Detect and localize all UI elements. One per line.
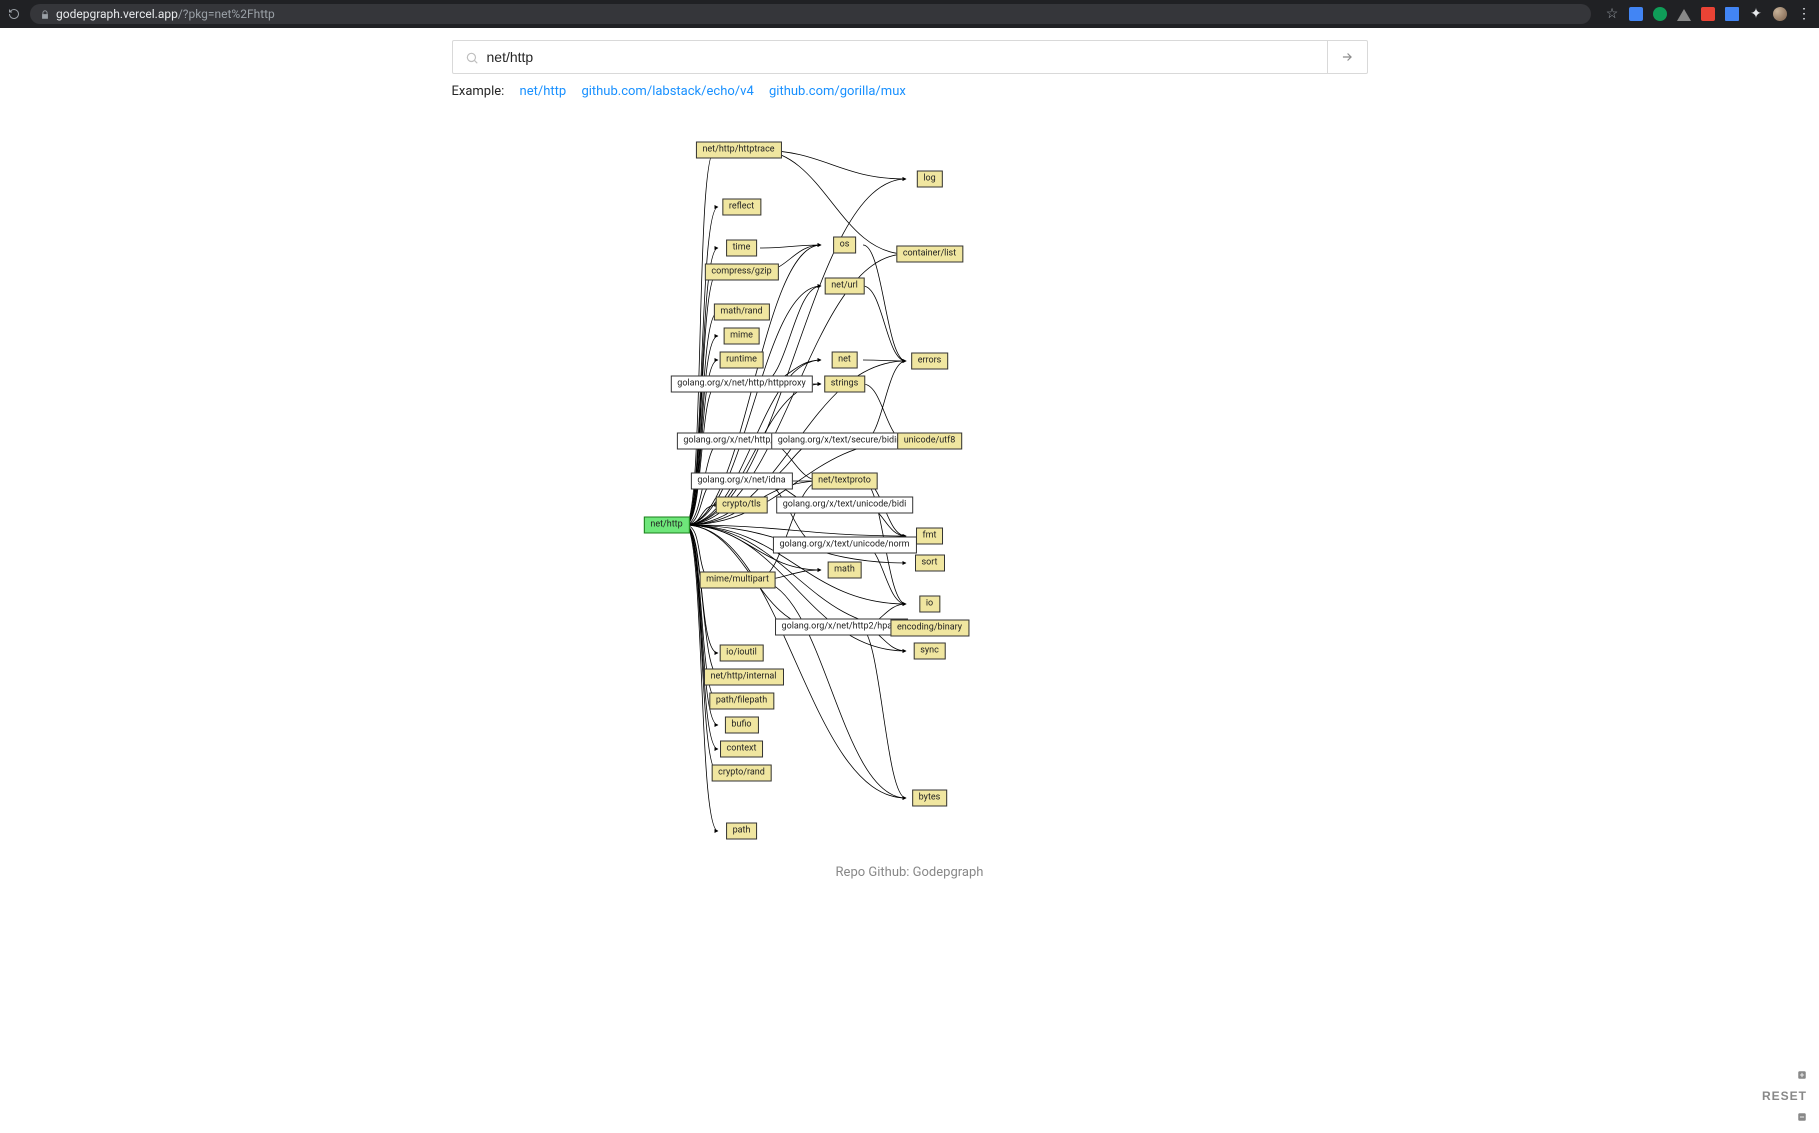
graph-node[interactable]: sort <box>915 555 945 572</box>
graph-node[interactable]: golang.org/x/net/http2/hpack <box>775 619 909 636</box>
browser-chrome-bar: godepgraph.vercel.app/?pkg=net%2Fhttp ☆ … <box>0 0 1819 28</box>
graph-edge <box>863 545 906 604</box>
graph-node[interactable]: math <box>827 562 862 579</box>
graph-node[interactable]: net/textproto <box>811 473 878 490</box>
graph-node[interactable]: io/ioutil <box>719 645 764 662</box>
example-link[interactable]: github.com/labstack/echo/v4 <box>581 84 753 99</box>
overflow-menu-icon[interactable]: ⋮ <box>1797 7 1811 21</box>
zoom-controls: RESET <box>1756 1065 1813 1127</box>
graph-edge <box>685 525 906 798</box>
graph-edge <box>757 150 906 254</box>
search-submit-button[interactable] <box>1327 41 1367 73</box>
graph-node[interactable]: encoding/binary <box>890 620 969 637</box>
graph-node[interactable]: bufio <box>724 717 758 734</box>
graph-node[interactable]: mime <box>723 328 760 345</box>
graph-node[interactable]: net <box>831 352 858 369</box>
graph-edge <box>863 360 906 361</box>
graph-edge <box>863 286 906 361</box>
profile-avatar[interactable] <box>1773 7 1787 21</box>
graph-node[interactable]: os <box>833 237 857 254</box>
graph-node[interactable]: bytes <box>912 790 948 807</box>
address-bar[interactable]: godepgraph.vercel.app/?pkg=net%2Fhttp <box>30 4 1591 24</box>
graph-node[interactable]: io <box>919 596 940 613</box>
reload-icon[interactable] <box>8 8 20 20</box>
zoom-in-button[interactable] <box>1791 1065 1813 1085</box>
graph-edge <box>760 286 821 384</box>
example-label: Example: <box>452 84 505 99</box>
search-input[interactable] <box>487 49 1315 65</box>
graph-edge <box>685 525 718 749</box>
search-wrap <box>452 40 1368 74</box>
graph-node[interactable]: fmt <box>916 528 944 545</box>
graph-node[interactable]: strings <box>824 376 866 393</box>
graph-node[interactable]: golang.org/x/net/http/httpproxy <box>670 376 812 393</box>
graph-node[interactable]: runtime <box>719 352 764 369</box>
extension-triangle-icon[interactable] <box>1677 7 1691 21</box>
graph-node[interactable]: reflect <box>722 199 761 216</box>
graph-node[interactable]: crypto/rand <box>711 765 772 782</box>
graph-node[interactable]: net/http <box>643 517 689 534</box>
search-field[interactable] <box>453 41 1327 73</box>
graph-node[interactable]: time <box>726 240 758 257</box>
graph-edge <box>863 361 906 441</box>
extension-grammarly-icon[interactable] <box>1653 7 1667 21</box>
example-row: Example: net/http github.com/labstack/ec… <box>452 84 1368 99</box>
extensions-icon[interactable]: ✦ <box>1749 7 1763 21</box>
graph-node[interactable]: context <box>720 741 764 758</box>
dependency-graph[interactable]: net/http net/http/httptrace reflect time com… <box>452 105 1368 865</box>
zoom-reset-button[interactable]: RESET <box>1756 1087 1813 1105</box>
graph-node[interactable]: golang.org/x/net/idna <box>690 473 792 490</box>
graph-node[interactable]: container/list <box>896 246 963 263</box>
example-link[interactable]: github.com/gorilla/mux <box>769 84 906 99</box>
search-icon <box>465 50 479 64</box>
graph-node[interactable]: path/filepath <box>709 693 774 710</box>
graph-node[interactable]: errors <box>911 353 949 370</box>
graph-node[interactable]: math/rand <box>713 304 769 321</box>
lock-icon <box>40 9 50 19</box>
graph-edge <box>756 580 906 798</box>
extension-translate-icon[interactable] <box>1629 7 1643 21</box>
browser-toolbar-right: ☆ ✦ ⋮ <box>1591 7 1811 21</box>
footer-repo-link[interactable]: Repo Github: Godepgraph <box>452 865 1368 884</box>
graph-node[interactable]: net/http/httptrace <box>695 142 781 159</box>
zoom-out-button[interactable] <box>1791 1107 1813 1127</box>
graph-node[interactable]: unicode/utf8 <box>897 433 963 450</box>
graph-node[interactable]: crypto/tls <box>715 497 768 514</box>
page-scroll-area[interactable]: Example: net/http github.com/labstack/ec… <box>0 28 1819 1133</box>
address-bar-text: godepgraph.vercel.app/?pkg=net%2Fhttp <box>56 7 275 21</box>
bookmark-star-icon[interactable]: ☆ <box>1605 7 1619 21</box>
graph-node[interactable]: net/http/internal <box>704 669 784 686</box>
graph-node[interactable]: sync <box>913 643 946 660</box>
graph-node[interactable]: mime/multipart <box>699 572 776 589</box>
graph-node[interactable]: log <box>916 171 942 188</box>
graph-node[interactable]: path <box>726 823 758 840</box>
graph-node[interactable]: compress/gzip <box>704 264 778 281</box>
extension-trash-icon[interactable] <box>1725 7 1739 21</box>
example-link[interactable]: net/http <box>520 84 567 99</box>
graph-edge <box>860 627 906 798</box>
graph-node[interactable]: golang.org/x/text/unicode/bidi <box>776 497 914 514</box>
extension-adblock-icon[interactable] <box>1701 7 1715 21</box>
graph-node[interactable]: golang.org/x/text/unicode/norm <box>772 537 916 554</box>
graph-node[interactable]: net/url <box>824 278 865 295</box>
